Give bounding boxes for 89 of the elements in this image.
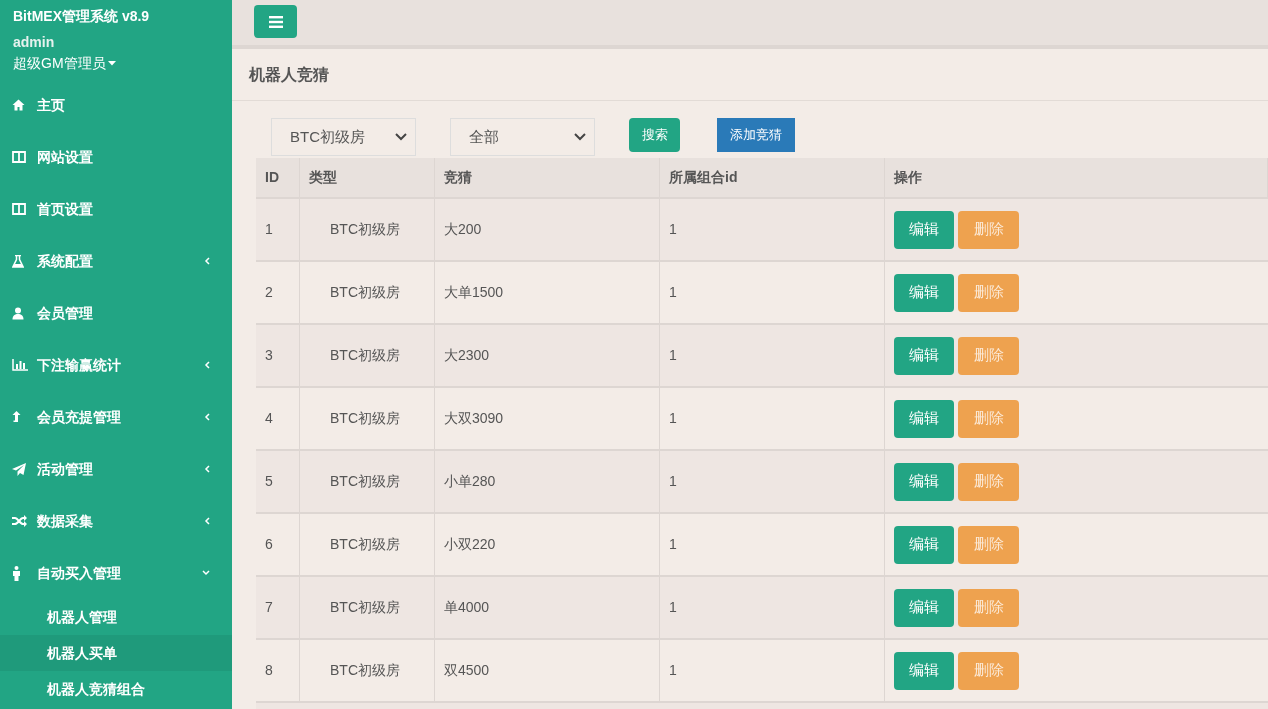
scope-select[interactable]: 全部: [450, 118, 595, 156]
table-cell-text: 小单280: [444, 472, 496, 491]
edit-button[interactable]: 编辑: [894, 525, 954, 564]
edit-button[interactable]: 编辑: [894, 210, 954, 249]
table-cell-text: 单4000: [444, 598, 490, 617]
role-dropdown[interactable]: 超级GM管理员: [13, 54, 116, 72]
shuffle-icon: [12, 515, 27, 527]
add-guess-button[interactable]: 添加竞猜: [717, 118, 795, 152]
edit-button[interactable]: 编辑: [894, 399, 954, 438]
delete-button[interactable]: 删除: [958, 210, 1019, 249]
menu-button[interactable]: [254, 5, 297, 38]
chevron-down-icon: [395, 133, 407, 141]
column-header: 操作: [885, 158, 1268, 197]
table-cell-text: 1: [669, 661, 677, 680]
table-cell-text: 3: [265, 346, 273, 365]
table-cell-text: BTC初级房: [330, 220, 400, 239]
sidebar-item[interactable]: 网站设置: [0, 131, 232, 183]
table-cell-text: 2: [265, 283, 273, 302]
column-header: 类型: [300, 158, 435, 197]
table-cell-text: 1: [669, 346, 677, 365]
submenu-item[interactable]: 机器人买单: [0, 635, 232, 671]
sidebar-item[interactable]: 会员管理: [0, 287, 232, 339]
table-cell-text: 1: [669, 598, 677, 617]
column-header: 所属组合id: [660, 158, 885, 197]
edit-button[interactable]: 编辑: [894, 588, 954, 627]
edit-button[interactable]: 编辑: [894, 651, 954, 690]
user-icon: [12, 306, 24, 320]
delete-button[interactable]: 删除: [958, 588, 1019, 627]
paper-plane-icon: [12, 462, 26, 476]
columns-icon: [12, 151, 26, 163]
table-cell-text: 7: [265, 598, 273, 617]
home-icon: [12, 99, 25, 111]
edit-button[interactable]: 编辑: [894, 273, 954, 312]
column-header: 竞猜: [435, 158, 660, 197]
table-cell-text: 大单1500: [444, 283, 504, 302]
table-cell-text: 小双220: [444, 535, 496, 554]
delete-button[interactable]: 删除: [958, 651, 1019, 690]
table-cell-text: 1: [669, 283, 677, 302]
chevron-down-icon: [574, 133, 586, 141]
page-title: 机器人竞猜: [249, 64, 329, 85]
caret-icon: [107, 60, 116, 66]
edit-button[interactable]: 编辑: [894, 462, 954, 501]
sidebar-item[interactable]: 系统配置: [0, 235, 232, 287]
table-cell-text: 1: [669, 535, 677, 554]
room-select[interactable]: BTC初级房: [271, 118, 416, 156]
sidebar-item[interactable]: 首页设置: [0, 183, 232, 235]
delete-button[interactable]: 删除: [958, 399, 1019, 438]
table-cell-text: 双4500: [444, 661, 490, 680]
sidebar-title: BitMEX管理系统 v8.9: [13, 7, 150, 25]
sidebar-item[interactable]: 主页: [0, 79, 232, 131]
table-cell-text: 大2300: [444, 346, 490, 365]
delete-button[interactable]: 删除: [958, 273, 1019, 312]
search-button[interactable]: 搜索: [629, 118, 680, 152]
sidebar-item[interactable]: 数据采集: [0, 495, 232, 547]
table-cell-text: BTC初级房: [330, 598, 400, 617]
sidebar-item[interactable]: 会员充提管理: [0, 391, 232, 443]
delete-button[interactable]: 删除: [958, 525, 1019, 564]
table-cell-text: 8: [265, 661, 273, 680]
columns-icon: [12, 203, 26, 215]
table-cell-text: 4: [265, 409, 273, 428]
table-cell-text: BTC初级房: [330, 346, 400, 365]
delete-button[interactable]: 删除: [958, 462, 1019, 501]
user-name: admin: [13, 33, 55, 51]
table-cell-text: 1: [669, 220, 677, 239]
table-cell-text: BTC初级房: [330, 661, 400, 680]
table-cell-text: 1: [669, 472, 677, 491]
table-cell-text: 大双3090: [444, 409, 504, 428]
upload-arrow-icon: [12, 411, 21, 423]
menu-icon: [268, 15, 283, 28]
table-cell-text: 1: [669, 409, 677, 428]
sidebar-item[interactable]: 自动买入管理: [0, 547, 232, 599]
table-cell-text: 6: [265, 535, 273, 554]
table-cell-text: 5: [265, 472, 273, 491]
person-icon: [12, 565, 21, 581]
table-cell-text: BTC初级房: [330, 535, 400, 554]
table-cell-text: BTC初级房: [330, 283, 400, 302]
table-cell-text: BTC初级房: [330, 409, 400, 428]
sidebar-item[interactable]: 活动管理: [0, 443, 232, 495]
column-header: ID: [256, 158, 300, 197]
table-cell-text: BTC初级房: [330, 472, 400, 491]
flask-icon: [12, 254, 24, 268]
submenu-item[interactable]: 机器人管理: [0, 599, 232, 635]
bar-chart-icon: [12, 359, 28, 371]
submenu-item[interactable]: 机器人竞猜组合: [0, 671, 232, 707]
sidebar-item[interactable]: 下注输赢统计: [0, 339, 232, 391]
delete-button[interactable]: 删除: [958, 336, 1019, 375]
edit-button[interactable]: 编辑: [894, 336, 954, 375]
table-cell-text: 大200: [444, 220, 482, 239]
table-cell-text: 1: [265, 220, 273, 239]
